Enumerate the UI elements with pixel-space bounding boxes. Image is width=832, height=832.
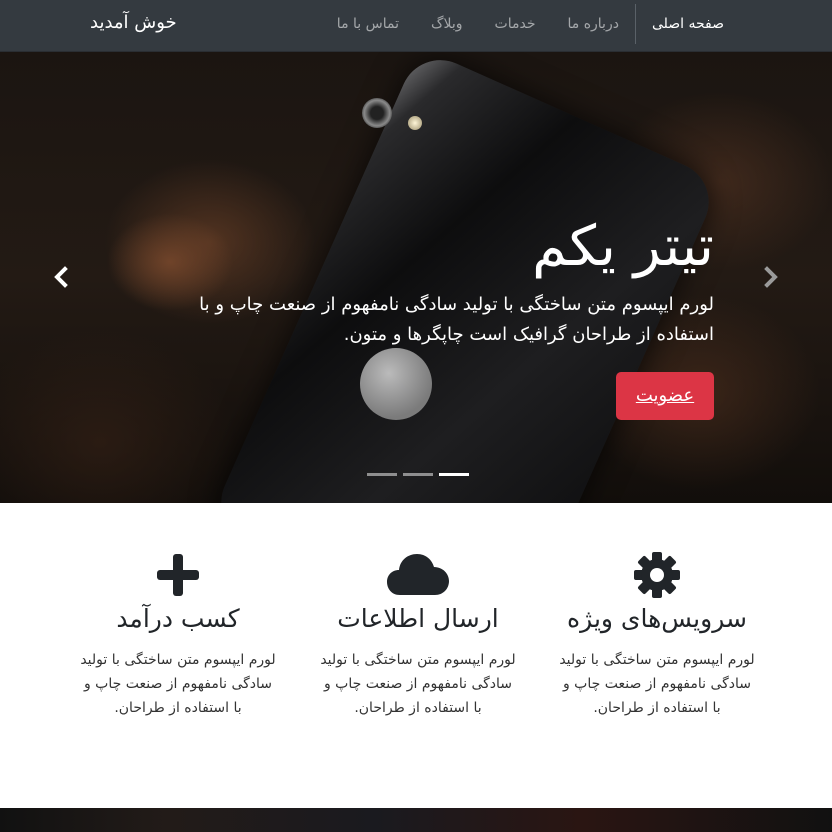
- feature-earn-income: کسب درآمد لورم ایپسوم متن ساختگی با تولی…: [78, 551, 278, 720]
- nav-link-services[interactable]: خدمات: [479, 16, 552, 32]
- feature-title: کسب درآمد: [116, 604, 240, 633]
- navbar: خوش آمدید صفحه اصلی درباره ما خدمات وبلا…: [0, 0, 832, 52]
- nav-item-about: درباره ما: [551, 16, 634, 32]
- feature-text: لورم ایپسوم متن ساختگی با تولید سادگی نا…: [559, 652, 755, 716]
- carousel-indicator[interactable]: [367, 473, 397, 476]
- phone-flash-image: [408, 116, 422, 130]
- carousel-caption: تیتر یکم لورم ایپسوم متن ساختگی با تولید…: [154, 212, 714, 420]
- carousel-indicator-active[interactable]: [439, 473, 469, 476]
- feature-icon-wrap: [318, 551, 518, 599]
- carousel-next-control[interactable]: [756, 262, 786, 292]
- join-button[interactable]: عضویت: [616, 372, 714, 420]
- gear-icon: [634, 552, 680, 598]
- next-section-background: [0, 808, 832, 832]
- nav-item-contact: تماس با ما: [321, 16, 415, 32]
- feature-icon-wrap: [557, 551, 757, 599]
- carousel-prev-control[interactable]: [46, 262, 76, 292]
- hero-title: تیتر یکم: [532, 214, 714, 279]
- feature-text: لورم ایپسوم متن ساختگی با تولید سادگی نا…: [80, 652, 276, 716]
- carousel-indicators: [367, 473, 469, 476]
- feature-text: لورم ایپسوم متن ساختگی با تولید سادگی نا…: [320, 652, 516, 716]
- nav-item-home: صفحه اصلی: [634, 3, 740, 44]
- nav-link-contact[interactable]: تماس با ما: [321, 16, 415, 32]
- carousel-indicator[interactable]: [403, 473, 433, 476]
- hero-text: لورم ایپسوم متن ساختگی با تولید سادگی نا…: [199, 294, 714, 345]
- cloud-icon: [387, 554, 449, 595]
- features-section: سرویس‌های ویژه لورم ایپسوم متن ساختگی با…: [0, 503, 832, 808]
- chevron-right-icon: [764, 266, 778, 288]
- chevron-left-icon: [54, 266, 68, 288]
- feature-send-info: ارسال اطلاعات لورم ایپسوم متن ساختگی با …: [318, 551, 518, 720]
- phone-camera-image: [362, 98, 392, 128]
- nav-item-blog: وبلاگ: [415, 16, 479, 32]
- nav-link-about[interactable]: درباره ما: [551, 16, 634, 32]
- feature-title: سرویس‌های ویژه: [567, 604, 747, 633]
- nav-menu: صفحه اصلی درباره ما خدمات وبلاگ تماس با …: [321, 0, 740, 47]
- nav-item-services: خدمات: [479, 16, 552, 32]
- feature-title: ارسال اطلاعات: [337, 604, 499, 633]
- feature-icon-wrap: [78, 551, 278, 599]
- nav-link-home[interactable]: صفحه اصلی: [636, 16, 740, 32]
- nav-link-blog[interactable]: وبلاگ: [415, 16, 479, 32]
- plus-icon: [157, 554, 199, 596]
- feature-special-services: سرویس‌های ویژه لورم ایپسوم متن ساختگی با…: [557, 551, 757, 720]
- navbar-brand[interactable]: خوش آمدید: [90, 12, 177, 33]
- hero-carousel: تیتر یکم لورم ایپسوم متن ساختگی با تولید…: [0, 52, 832, 503]
